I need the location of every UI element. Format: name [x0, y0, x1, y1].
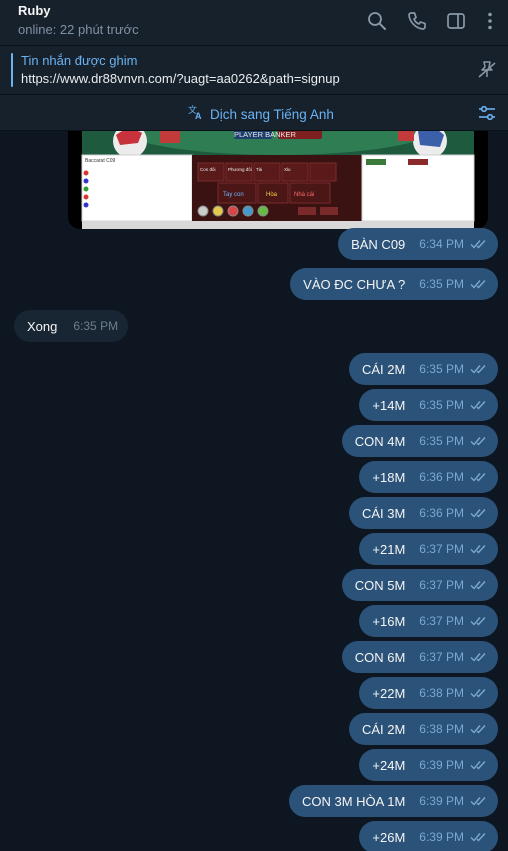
read-receipt-icon: [470, 365, 486, 374]
message-time: 6:39 PM: [419, 830, 464, 844]
read-receipt-icon: [470, 401, 486, 410]
pinned-title: Tin nhắn được ghim: [21, 53, 138, 68]
outgoing-message[interactable]: +14M 6:35 PM: [359, 389, 498, 421]
read-receipt-icon: [470, 280, 486, 289]
outgoing-message[interactable]: +18M 6:36 PM: [359, 461, 498, 493]
translate-settings-icon[interactable]: [476, 102, 498, 124]
message-time: 6:36 PM: [419, 470, 464, 484]
player-banker-label: PLAYER BANKER: [234, 131, 297, 139]
pinned-message-bar[interactable]: Tin nhắn được ghim https://www.dr88vnvn.…: [0, 46, 508, 95]
read-receipt-icon: [470, 437, 486, 446]
message-time: 6:38 PM: [419, 686, 464, 700]
outgoing-message[interactable]: CON 3M HÒA 1M 6:39 PM: [289, 785, 498, 817]
outgoing-message[interactable]: VÀO ĐC CHƯA ? 6:35 PM: [290, 268, 498, 300]
message-text: +26M: [372, 829, 406, 845]
bet-label-7: Nhà cái: [294, 192, 314, 198]
incoming-message[interactable]: Xong 6:35 PM: [14, 310, 129, 342]
table-name: Baccarat C09: [85, 158, 116, 164]
bet-label-4: Xỉu: [284, 166, 291, 172]
read-receipt-icon: [470, 545, 486, 554]
message-time: 6:37 PM: [419, 542, 464, 556]
message-text: CÁI 2M: [361, 721, 406, 737]
message-text: +22M: [372, 685, 406, 701]
message-time: 6:35 PM: [419, 362, 464, 376]
message-time: 6:37 PM: [419, 578, 464, 592]
svg-text:A: A: [195, 111, 202, 120]
message-time: 6:35 PM: [419, 398, 464, 412]
translate-label[interactable]: Dịch sang Tiếng Anh: [210, 107, 334, 122]
message-text: CON 3M HÒA 1M: [302, 793, 406, 809]
translate-bar[interactable]: 文A Dịch sang Tiếng Anh: [0, 95, 508, 131]
read-receipt-icon: [470, 797, 486, 806]
message-time: 6:35 PM: [419, 434, 464, 448]
message-time: 6:39 PM: [419, 758, 464, 772]
pinned-url[interactable]: https://www.dr88vnvn.com/?uagt=aa0262&pa…: [21, 71, 340, 86]
chat-area[interactable]: PLAYER BANKER Baccarat C09 Con đôi Phươn…: [0, 131, 508, 851]
bet-label-5: Tay con: [223, 192, 244, 198]
message-text: +24M: [372, 757, 406, 773]
message-text: VÀO ĐC CHƯA ?: [303, 276, 406, 292]
outgoing-message[interactable]: CÁI 2M 6:35 PM: [348, 353, 498, 385]
message-text: +18M: [372, 469, 406, 485]
outgoing-message[interactable]: CON 5M 6:37 PM: [341, 569, 498, 601]
message-time: 6:38 PM: [419, 722, 464, 736]
outgoing-message[interactable]: CON 4M 6:35 PM: [341, 425, 498, 457]
message-text: BÀN C09: [351, 236, 406, 252]
read-receipt-icon: [470, 240, 486, 249]
message-text: Xong: [27, 318, 58, 334]
outgoing-message[interactable]: CÁI 3M 6:36 PM: [348, 497, 498, 529]
message-text: CON 6M: [354, 649, 406, 665]
outgoing-message[interactable]: +16M 6:37 PM: [359, 605, 498, 637]
outgoing-message[interactable]: BÀN C09 6:34 PM: [338, 228, 498, 260]
sidebar-toggle-icon[interactable]: [445, 10, 467, 32]
bet-label-1: Con đôi: [200, 167, 216, 172]
read-receipt-icon: [470, 509, 486, 518]
bet-label-6: Hòa: [266, 192, 278, 198]
outgoing-message[interactable]: +26M 6:39 PM: [359, 821, 498, 851]
read-receipt-icon: [470, 581, 486, 590]
pinned-indicator: [11, 53, 13, 87]
message-text: CON 5M: [354, 577, 406, 593]
outgoing-message[interactable]: +22M 6:38 PM: [359, 677, 498, 709]
message-time: 6:37 PM: [419, 614, 464, 628]
unpin-icon[interactable]: [476, 59, 498, 81]
phone-icon[interactable]: [406, 10, 428, 32]
message-text: +14M: [372, 397, 406, 413]
image-message[interactable]: PLAYER BANKER Baccarat C09 Con đôi Phươn…: [68, 131, 488, 229]
translate-icon: 文A: [188, 104, 204, 125]
message-time: 6:39 PM: [419, 794, 464, 808]
message-time: 6:34 PM: [419, 237, 464, 251]
read-receipt-icon: [470, 689, 486, 698]
outgoing-message[interactable]: +21M 6:37 PM: [359, 533, 498, 565]
outgoing-message[interactable]: CÁI 2M 6:38 PM: [348, 713, 498, 745]
message-text: +16M: [372, 613, 406, 629]
message-text: CÁI 3M: [361, 505, 406, 521]
read-receipt-icon: [470, 833, 486, 842]
read-receipt-icon: [470, 653, 486, 662]
outgoing-message[interactable]: CON 6M 6:37 PM: [341, 641, 498, 673]
message-text: CON 4M: [354, 433, 406, 449]
contact-status: online: 22 phút trước: [18, 22, 139, 37]
message-time: 6:35 PM: [419, 277, 464, 291]
read-receipt-icon: [470, 617, 486, 626]
more-vertical-icon[interactable]: [479, 10, 501, 32]
contact-name[interactable]: Ruby: [18, 3, 51, 18]
message-time: 6:37 PM: [419, 650, 464, 664]
read-receipt-icon: [470, 725, 486, 734]
read-receipt-icon: [470, 761, 486, 770]
chat-header: Ruby online: 22 phút trước: [0, 0, 508, 46]
search-icon[interactable]: [366, 10, 388, 32]
bet-label-3: Tài: [256, 167, 262, 172]
bet-label-2: Phương đôi: [228, 167, 252, 172]
outgoing-message[interactable]: +24M 6:39 PM: [359, 749, 498, 781]
message-text: +21M: [372, 541, 406, 557]
message-text: CÁI 2M: [361, 361, 406, 377]
read-receipt-icon: [470, 473, 486, 482]
message-time: 6:36 PM: [419, 506, 464, 520]
message-time: 6:35 PM: [73, 319, 119, 333]
